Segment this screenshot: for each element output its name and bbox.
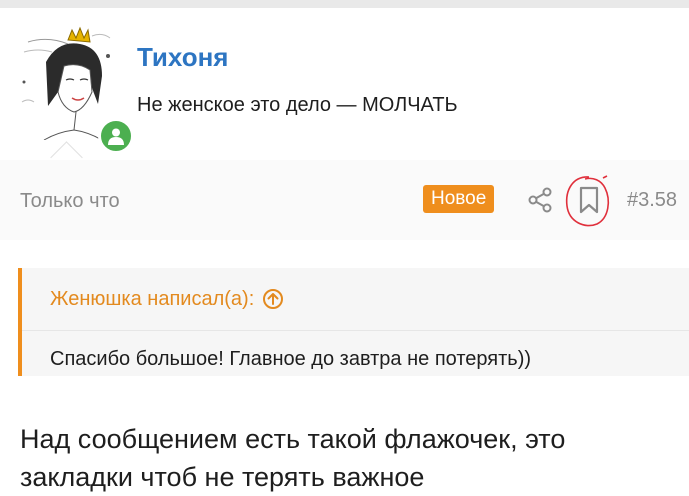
share-icon[interactable]	[527, 187, 553, 213]
username-link[interactable]: Тихоня	[137, 42, 228, 73]
quote-text: Спасибо большое! Главное до завтра не по…	[50, 348, 532, 370]
arrow-up-circle-icon[interactable]	[262, 288, 284, 310]
post-time[interactable]: Только что	[20, 190, 120, 213]
user-block: Тихоня Не женское это дело — МОЛЧАТЬ	[0, 8, 689, 161]
top-divider	[0, 0, 689, 8]
quote-header[interactable]: Женюшка написал(а):	[22, 268, 689, 331]
quote-author[interactable]: Женюшка написал(а):	[50, 288, 254, 311]
post-number-link[interactable]: #3.58	[627, 189, 677, 212]
post-body-line: закладки чтоб не терять важное	[20, 462, 425, 492]
post-body: Над сообщением есть такой флажочек, это …	[20, 420, 689, 496]
new-badge: Новое	[423, 185, 495, 213]
online-user-icon	[98, 118, 134, 154]
avatar[interactable]	[18, 22, 134, 154]
post-body-line: Над сообщением есть такой флажочек, это	[20, 424, 566, 454]
quote-block: Женюшка написал(а): Спасибо большое! Гла…	[18, 268, 689, 376]
avatar-drawing	[21, 26, 111, 141]
post-meta-bar: Только что Новое #3.58	[0, 160, 689, 240]
user-title: Не женское это дело — МОЛЧАТЬ	[137, 94, 458, 116]
bookmark-icon[interactable]	[577, 186, 601, 214]
post-content: Женюшка написал(а): Спасибо большое! Гла…	[0, 240, 689, 493]
